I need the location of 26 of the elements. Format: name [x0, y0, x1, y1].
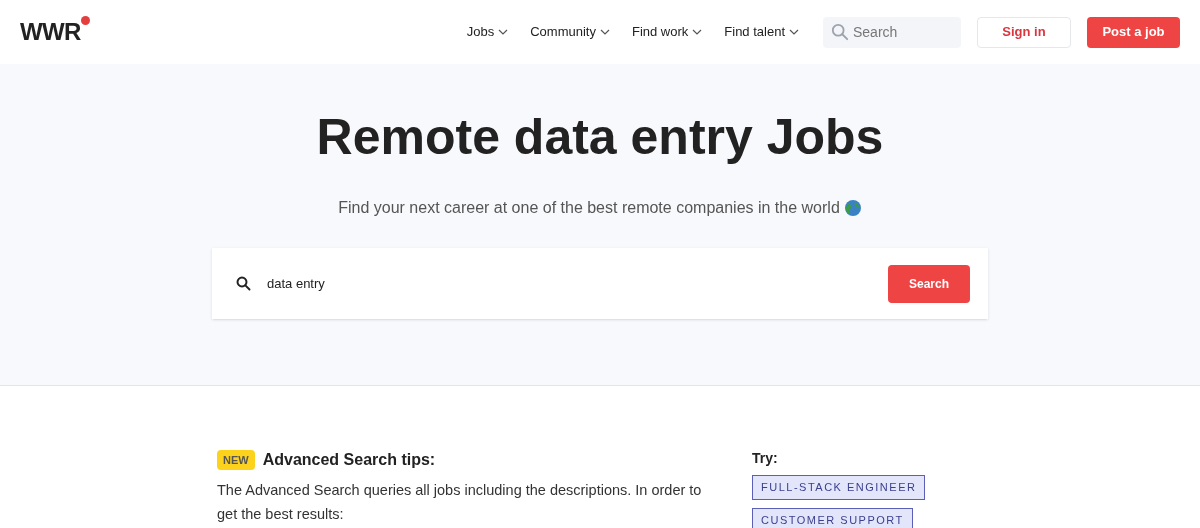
sign-in-button[interactable]: Sign in [977, 16, 1071, 48]
nav-link[interactable]: Find work [631, 22, 703, 42]
tips-text: The Advanced Search queries all jobs including the descriptions. In order to get the best results: [217, 481, 703, 524]
subtitle: Find your next career at one of the best remote companies in the world [338, 198, 840, 218]
logo[interactable]: WWR [20, 20, 81, 44]
search-input[interactable]: data entry [267, 273, 888, 294]
search-field[interactable]: Search [823, 16, 961, 48]
search-icon [236, 276, 251, 291]
chevron-down-icon [498, 29, 509, 35]
search-icon [831, 22, 849, 41]
chevron-down-icon [599, 29, 610, 35]
globe-icon [843, 199, 862, 217]
search-suggestion-tag[interactable]: CUSTOMER SUPPORT [752, 507, 913, 528]
chevron-down-icon [692, 29, 703, 35]
nav-link[interactable]: Find talent [724, 22, 799, 42]
chevron-down-icon [789, 29, 799, 35]
post-job-button[interactable]: Post a job [1087, 16, 1180, 48]
search-suggestion-tag[interactable]: FULL-STACK ENGINEER [752, 475, 926, 500]
nav-link[interactable]: Jobs [466, 22, 509, 42]
try-label: Try: [752, 449, 779, 468]
tips-title: Advanced Search tips: [262, 450, 436, 470]
new-badge: NEW [217, 449, 255, 471]
search-button[interactable]: Search [888, 264, 970, 303]
nav-link[interactable]: Community [530, 22, 610, 42]
dot-icon [80, 16, 90, 25]
page-title: Remote data entry Jobs [316, 112, 884, 162]
